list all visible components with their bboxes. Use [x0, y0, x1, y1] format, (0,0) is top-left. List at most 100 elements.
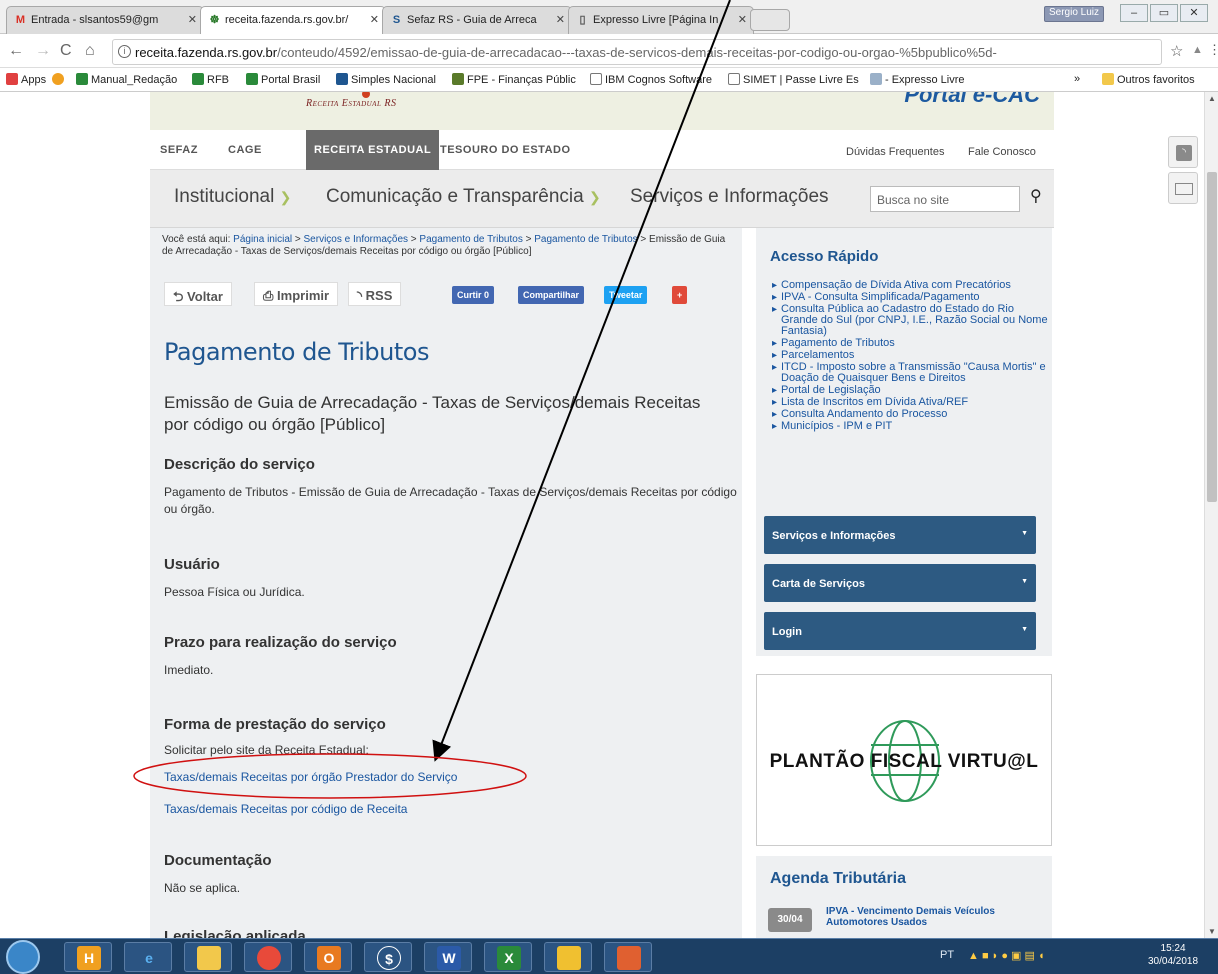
- taskbar-app[interactable]: [604, 942, 652, 972]
- taskbar-app[interactable]: X: [484, 942, 532, 972]
- taskbar-app[interactable]: [244, 942, 292, 972]
- tab-expresso[interactable]: ▯ Expresso Livre [Página In ✕: [568, 6, 754, 34]
- topnav-sefaz[interactable]: SEFAZ: [160, 144, 198, 156]
- back-button[interactable]: ⮌ Voltar: [164, 282, 232, 306]
- menu-kebab-icon[interactable]: ⋮: [1208, 42, 1218, 58]
- contact-link[interactable]: Fale Conosco: [968, 146, 1036, 158]
- back-arrow-icon[interactable]: ←: [8, 42, 24, 60]
- topnav-tesouro[interactable]: TESOURO DO ESTADO: [440, 144, 571, 156]
- bookmark-ibm[interactable]: IBM Cognos Software: [590, 73, 712, 86]
- bookmark-apps[interactable]: Apps: [6, 73, 46, 86]
- search-input[interactable]: Busca no site: [870, 186, 1020, 212]
- accordion-servicos[interactable]: Serviços e Informações ▼: [764, 516, 1036, 554]
- taskbar-app[interactable]: O: [304, 942, 352, 972]
- print-button[interactable]: ⎙ Imprimir: [254, 282, 339, 306]
- bookmark-other-folder[interactable]: Outros favoritos: [1102, 73, 1195, 86]
- quick-link[interactable]: Municípios - IPM e PIT: [772, 421, 1048, 433]
- link-orgao-prestador[interactable]: Taxas/demais Receitas por órgão Prestado…: [164, 770, 457, 784]
- bookmark-simples[interactable]: Simples Nacional: [336, 73, 436, 86]
- tab-gmail[interactable]: M Entrada - slsantos59@gm ✕: [6, 6, 204, 34]
- close-tab-icon[interactable]: ✕: [370, 13, 379, 26]
- link-codigo-receita[interactable]: Taxas/demais Receitas por código de Rece…: [164, 802, 407, 816]
- quick-link[interactable]: Portal de Legislação: [772, 385, 1048, 397]
- extension-icon[interactable]: ▲: [1192, 44, 1203, 56]
- bookmark-rfb[interactable]: RFB: [192, 73, 229, 86]
- quick-link[interactable]: Parcelamentos: [772, 350, 1048, 362]
- accordion-carta[interactable]: Carta de Serviços ▼: [764, 564, 1036, 602]
- address-bar[interactable]: i receita.fazenda.rs.gov.br/conteudo/459…: [112, 39, 1162, 65]
- faq-link[interactable]: Dúvidas Frequentes: [846, 146, 944, 158]
- email-float-button[interactable]: [1168, 172, 1198, 204]
- bookmark-star-icon[interactable]: ☆: [1170, 42, 1183, 60]
- scroll-up-icon[interactable]: ▲: [1208, 94, 1216, 103]
- bookmark-expresso[interactable]: - Expresso Livre: [870, 73, 964, 86]
- minimize-button[interactable]: –: [1120, 4, 1148, 22]
- info-icon[interactable]: i: [118, 45, 131, 58]
- breadcrumb-servicos[interactable]: Serviços e Informações: [304, 234, 409, 245]
- bookmark-manual[interactable]: Manual_Redação: [76, 73, 177, 86]
- search-icon[interactable]: ⚲: [1030, 186, 1042, 206]
- bookmark-icon-only[interactable]: [52, 73, 67, 86]
- sefaz-icon: S: [392, 14, 401, 26]
- return-arrow-icon: ⮌: [173, 289, 184, 304]
- quick-link[interactable]: Compensação de Dívida Ativa com Precatór…: [772, 280, 1048, 292]
- topnav-cage[interactable]: CAGE: [228, 144, 262, 156]
- rss-button[interactable]: ◝ RSS: [348, 282, 402, 306]
- quick-link[interactable]: Lista de Inscritos em Dívida Ativa/REF: [772, 397, 1048, 409]
- tweet-button[interactable]: Tweetar: [604, 286, 648, 304]
- section-text: Imediato.: [164, 663, 214, 677]
- quick-link[interactable]: Consulta Pública ao Cadastro do Estado d…: [772, 304, 1048, 337]
- taskbar-app[interactable]: [544, 942, 592, 972]
- breadcrumb-pagamento[interactable]: Pagamento de Tributos: [419, 234, 522, 245]
- scroll-down-icon[interactable]: ▼: [1208, 927, 1216, 936]
- taskbar-app[interactable]: [184, 942, 232, 972]
- home-icon[interactable]: ⌂: [85, 42, 95, 60]
- like-button[interactable]: Curtir 0: [452, 286, 495, 304]
- bookmarks-overflow[interactable]: »: [1074, 73, 1080, 85]
- topnav-receita-estadual[interactable]: RECEITA ESTADUAL: [306, 130, 440, 170]
- section-text: Não se aplica.: [164, 881, 241, 895]
- tab-receita[interactable]: ☸ receita.fazenda.rs.gov.br/ ✕: [200, 6, 386, 34]
- quick-link[interactable]: IPVA - Consulta Simplificada/Pagamento: [772, 292, 1048, 304]
- system-clock[interactable]: 15:24 30/04/2018: [1148, 942, 1198, 968]
- taskbar-app[interactable]: W: [424, 942, 472, 972]
- tray-icons[interactable]: ▲ ■ ◗ ● ▣ ▤ ◖: [968, 949, 1045, 962]
- new-tab-button[interactable]: [750, 9, 790, 31]
- quick-link[interactable]: Consulta Andamento do Processo: [772, 409, 1048, 421]
- taskbar-app[interactable]: $: [364, 942, 412, 972]
- forward-arrow-icon[interactable]: →: [35, 42, 51, 60]
- quick-link[interactable]: Pagamento de Tributos: [772, 338, 1048, 350]
- close-tab-icon[interactable]: ✕: [188, 13, 197, 26]
- nav-institucional[interactable]: Institucional ❯: [174, 186, 291, 208]
- start-button[interactable]: [6, 940, 40, 974]
- share-button[interactable]: Compartilhar: [518, 286, 585, 304]
- reload-icon[interactable]: C: [60, 42, 72, 60]
- portal-ecac-logo[interactable]: Portal e-CAC: [904, 92, 1040, 108]
- taskbar-app[interactable]: H: [64, 942, 112, 972]
- scroll-thumb[interactable]: [1207, 172, 1217, 502]
- bookmark-simet[interactable]: SIMET | Passe Livre Es: [728, 73, 859, 86]
- language-indicator[interactable]: PT: [940, 949, 954, 961]
- maximize-button[interactable]: ▭: [1150, 4, 1178, 22]
- agenda-item-link[interactable]: IPVA - Vencimento Demais Veículos Automo…: [826, 906, 1036, 928]
- close-tab-icon[interactable]: ✕: [556, 13, 565, 26]
- flag-icon: [192, 73, 204, 85]
- breadcrumb-home[interactable]: Página inicial: [233, 234, 292, 245]
- site-logo[interactable]: Receita Estadual RS: [306, 98, 396, 109]
- close-tab-icon[interactable]: ✕: [738, 13, 747, 26]
- plus-share-button[interactable]: +: [672, 286, 688, 304]
- bookmark-portal-brasil[interactable]: Portal Brasil: [246, 73, 320, 86]
- bookmark-fpe[interactable]: FPE - Finanças Públic: [452, 73, 576, 86]
- breadcrumb-pagamento-2[interactable]: Pagamento de Tributos: [534, 234, 637, 245]
- nav-comunicacao[interactable]: Comunicação e Transparência ❯: [326, 186, 601, 208]
- accordion-login[interactable]: Login ▼: [764, 612, 1036, 650]
- profile-button[interactable]: Sergio Luiz: [1044, 6, 1105, 22]
- tab-sefaz[interactable]: S Sefaz RS - Guia de Arreca ✕: [382, 6, 572, 34]
- nav-servicos[interactable]: Serviços e Informações: [630, 186, 829, 208]
- plantao-fiscal-banner[interactable]: PLANTÃO FISCAL VIRTU@L: [756, 674, 1052, 846]
- page-scrollbar[interactable]: ▲ ▼: [1204, 92, 1218, 938]
- rss-float-button[interactable]: ◝: [1168, 136, 1198, 168]
- close-window-button[interactable]: ✕: [1180, 4, 1208, 22]
- taskbar-app[interactable]: e: [124, 942, 172, 972]
- quick-link[interactable]: ITCD - Imposto sobre a Transmissão "Caus…: [772, 362, 1048, 384]
